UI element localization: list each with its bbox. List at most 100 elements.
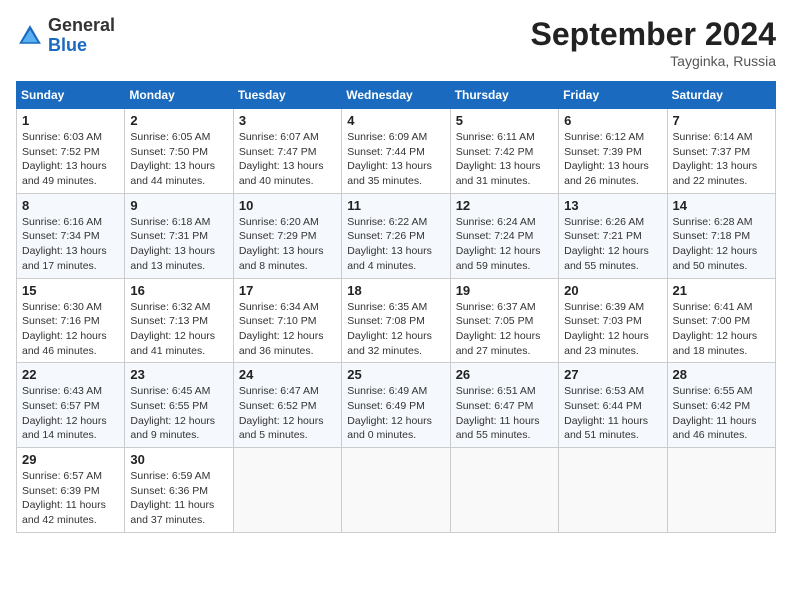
calendar-cell xyxy=(559,448,667,533)
day-info: Sunrise: 6:24 AM Sunset: 7:24 PM Dayligh… xyxy=(456,215,553,274)
day-info: Sunrise: 6:41 AM Sunset: 7:00 PM Dayligh… xyxy=(673,300,770,359)
calendar-cell: 25 Sunrise: 6:49 AM Sunset: 6:49 PM Dayl… xyxy=(342,363,450,448)
logo-blue-text: Blue xyxy=(48,35,87,55)
weekday-header-wednesday: Wednesday xyxy=(342,82,450,109)
calendar-cell: 11 Sunrise: 6:22 AM Sunset: 7:26 PM Dayl… xyxy=(342,193,450,278)
weekday-header-saturday: Saturday xyxy=(667,82,775,109)
day-number: 11 xyxy=(347,198,444,213)
calendar-week-3: 15 Sunrise: 6:30 AM Sunset: 7:16 PM Dayl… xyxy=(17,278,776,363)
day-number: 14 xyxy=(673,198,770,213)
logo-icon xyxy=(16,22,44,50)
day-number: 16 xyxy=(130,283,227,298)
calendar-cell: 5 Sunrise: 6:11 AM Sunset: 7:42 PM Dayli… xyxy=(450,109,558,194)
calendar-cell: 8 Sunrise: 6:16 AM Sunset: 7:34 PM Dayli… xyxy=(17,193,125,278)
calendar-cell: 21 Sunrise: 6:41 AM Sunset: 7:00 PM Dayl… xyxy=(667,278,775,363)
calendar-cell: 10 Sunrise: 6:20 AM Sunset: 7:29 PM Dayl… xyxy=(233,193,341,278)
day-info: Sunrise: 6:47 AM Sunset: 6:52 PM Dayligh… xyxy=(239,384,336,443)
day-info: Sunrise: 6:51 AM Sunset: 6:47 PM Dayligh… xyxy=(456,384,553,443)
calendar-cell: 19 Sunrise: 6:37 AM Sunset: 7:05 PM Dayl… xyxy=(450,278,558,363)
day-number: 1 xyxy=(22,113,119,128)
day-number: 2 xyxy=(130,113,227,128)
calendar-week-5: 29 Sunrise: 6:57 AM Sunset: 6:39 PM Dayl… xyxy=(17,448,776,533)
day-info: Sunrise: 6:07 AM Sunset: 7:47 PM Dayligh… xyxy=(239,130,336,189)
day-info: Sunrise: 6:05 AM Sunset: 7:50 PM Dayligh… xyxy=(130,130,227,189)
calendar-cell: 24 Sunrise: 6:47 AM Sunset: 6:52 PM Dayl… xyxy=(233,363,341,448)
calendar-cell: 27 Sunrise: 6:53 AM Sunset: 6:44 PM Dayl… xyxy=(559,363,667,448)
day-info: Sunrise: 6:20 AM Sunset: 7:29 PM Dayligh… xyxy=(239,215,336,274)
calendar-cell: 18 Sunrise: 6:35 AM Sunset: 7:08 PM Dayl… xyxy=(342,278,450,363)
logo: General Blue xyxy=(16,16,115,56)
calendar-cell: 16 Sunrise: 6:32 AM Sunset: 7:13 PM Dayl… xyxy=(125,278,233,363)
day-info: Sunrise: 6:18 AM Sunset: 7:31 PM Dayligh… xyxy=(130,215,227,274)
day-number: 29 xyxy=(22,452,119,467)
calendar-cell xyxy=(342,448,450,533)
day-number: 17 xyxy=(239,283,336,298)
day-number: 27 xyxy=(564,367,661,382)
weekday-header-friday: Friday xyxy=(559,82,667,109)
calendar-cell: 22 Sunrise: 6:43 AM Sunset: 6:57 PM Dayl… xyxy=(17,363,125,448)
day-number: 13 xyxy=(564,198,661,213)
calendar-cell: 4 Sunrise: 6:09 AM Sunset: 7:44 PM Dayli… xyxy=(342,109,450,194)
weekday-header-sunday: Sunday xyxy=(17,82,125,109)
calendar-cell: 17 Sunrise: 6:34 AM Sunset: 7:10 PM Dayl… xyxy=(233,278,341,363)
calendar-cell xyxy=(450,448,558,533)
calendar-week-2: 8 Sunrise: 6:16 AM Sunset: 7:34 PM Dayli… xyxy=(17,193,776,278)
day-number: 4 xyxy=(347,113,444,128)
day-info: Sunrise: 6:14 AM Sunset: 7:37 PM Dayligh… xyxy=(673,130,770,189)
calendar-cell: 28 Sunrise: 6:55 AM Sunset: 6:42 PM Dayl… xyxy=(667,363,775,448)
day-info: Sunrise: 6:12 AM Sunset: 7:39 PM Dayligh… xyxy=(564,130,661,189)
day-info: Sunrise: 6:26 AM Sunset: 7:21 PM Dayligh… xyxy=(564,215,661,274)
title-block: September 2024 Tayginka, Russia xyxy=(531,16,776,69)
day-info: Sunrise: 6:37 AM Sunset: 7:05 PM Dayligh… xyxy=(456,300,553,359)
calendar-cell: 23 Sunrise: 6:45 AM Sunset: 6:55 PM Dayl… xyxy=(125,363,233,448)
location: Tayginka, Russia xyxy=(531,53,776,69)
day-info: Sunrise: 6:35 AM Sunset: 7:08 PM Dayligh… xyxy=(347,300,444,359)
calendar-cell: 30 Sunrise: 6:59 AM Sunset: 6:36 PM Dayl… xyxy=(125,448,233,533)
day-number: 3 xyxy=(239,113,336,128)
calendar-cell xyxy=(233,448,341,533)
calendar-cell: 13 Sunrise: 6:26 AM Sunset: 7:21 PM Dayl… xyxy=(559,193,667,278)
day-number: 18 xyxy=(347,283,444,298)
month-title: September 2024 xyxy=(531,16,776,53)
calendar-header-row: SundayMondayTuesdayWednesdayThursdayFrid… xyxy=(17,82,776,109)
calendar-cell: 26 Sunrise: 6:51 AM Sunset: 6:47 PM Dayl… xyxy=(450,363,558,448)
calendar-cell: 6 Sunrise: 6:12 AM Sunset: 7:39 PM Dayli… xyxy=(559,109,667,194)
day-number: 25 xyxy=(347,367,444,382)
day-info: Sunrise: 6:45 AM Sunset: 6:55 PM Dayligh… xyxy=(130,384,227,443)
day-info: Sunrise: 6:43 AM Sunset: 6:57 PM Dayligh… xyxy=(22,384,119,443)
day-number: 21 xyxy=(673,283,770,298)
day-number: 28 xyxy=(673,367,770,382)
day-number: 12 xyxy=(456,198,553,213)
logo-text: General Blue xyxy=(48,16,115,56)
day-info: Sunrise: 6:49 AM Sunset: 6:49 PM Dayligh… xyxy=(347,384,444,443)
day-number: 19 xyxy=(456,283,553,298)
weekday-header-monday: Monday xyxy=(125,82,233,109)
weekday-header-tuesday: Tuesday xyxy=(233,82,341,109)
calendar-cell: 20 Sunrise: 6:39 AM Sunset: 7:03 PM Dayl… xyxy=(559,278,667,363)
calendar-cell: 7 Sunrise: 6:14 AM Sunset: 7:37 PM Dayli… xyxy=(667,109,775,194)
day-number: 24 xyxy=(239,367,336,382)
day-info: Sunrise: 6:30 AM Sunset: 7:16 PM Dayligh… xyxy=(22,300,119,359)
calendar-cell: 1 Sunrise: 6:03 AM Sunset: 7:52 PM Dayli… xyxy=(17,109,125,194)
day-number: 10 xyxy=(239,198,336,213)
day-info: Sunrise: 6:32 AM Sunset: 7:13 PM Dayligh… xyxy=(130,300,227,359)
day-info: Sunrise: 6:59 AM Sunset: 6:36 PM Dayligh… xyxy=(130,469,227,528)
day-info: Sunrise: 6:39 AM Sunset: 7:03 PM Dayligh… xyxy=(564,300,661,359)
day-info: Sunrise: 6:34 AM Sunset: 7:10 PM Dayligh… xyxy=(239,300,336,359)
day-info: Sunrise: 6:57 AM Sunset: 6:39 PM Dayligh… xyxy=(22,469,119,528)
day-number: 22 xyxy=(22,367,119,382)
calendar-week-4: 22 Sunrise: 6:43 AM Sunset: 6:57 PM Dayl… xyxy=(17,363,776,448)
calendar-cell: 29 Sunrise: 6:57 AM Sunset: 6:39 PM Dayl… xyxy=(17,448,125,533)
day-info: Sunrise: 6:22 AM Sunset: 7:26 PM Dayligh… xyxy=(347,215,444,274)
logo-general-text: General xyxy=(48,15,115,35)
calendar-cell: 9 Sunrise: 6:18 AM Sunset: 7:31 PM Dayli… xyxy=(125,193,233,278)
day-number: 5 xyxy=(456,113,553,128)
day-info: Sunrise: 6:28 AM Sunset: 7:18 PM Dayligh… xyxy=(673,215,770,274)
day-number: 8 xyxy=(22,198,119,213)
day-number: 30 xyxy=(130,452,227,467)
calendar-table: SundayMondayTuesdayWednesdayThursdayFrid… xyxy=(16,81,776,533)
calendar-cell: 2 Sunrise: 6:05 AM Sunset: 7:50 PM Dayli… xyxy=(125,109,233,194)
day-number: 23 xyxy=(130,367,227,382)
calendar-cell: 12 Sunrise: 6:24 AM Sunset: 7:24 PM Dayl… xyxy=(450,193,558,278)
day-number: 20 xyxy=(564,283,661,298)
